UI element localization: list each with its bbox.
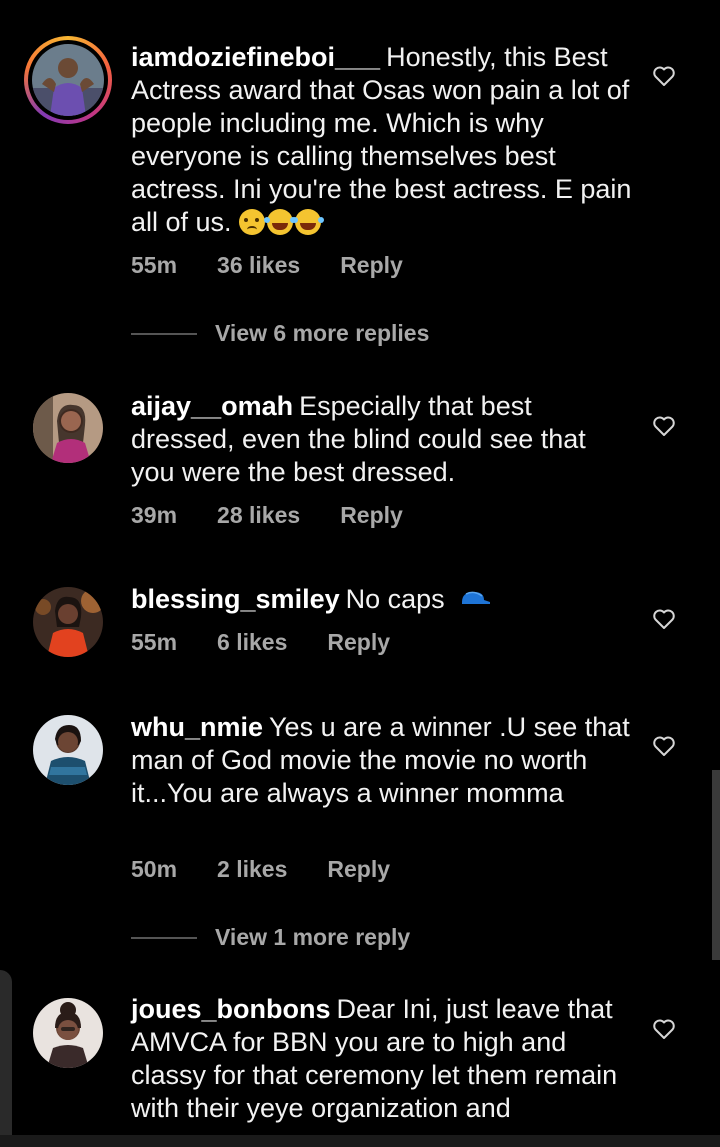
edge-panel-handle[interactable]	[0, 970, 12, 1147]
reply-button[interactable]: Reply	[340, 252, 403, 279]
avatar[interactable]	[33, 998, 103, 1068]
comment-meta: 55m 36 likes Reply	[131, 252, 403, 279]
comment-meta: 39m 28 likes Reply	[131, 502, 403, 529]
heart-outline-icon[interactable]	[652, 735, 676, 757]
avatar[interactable]	[33, 393, 103, 463]
bottom-bar	[0, 1135, 720, 1147]
heart-outline-icon[interactable]	[652, 1018, 676, 1040]
view-more-replies-button[interactable]: View 6 more replies	[131, 320, 429, 347]
comment-username[interactable]: joues_bonbons	[131, 994, 331, 1024]
heart-outline-icon[interactable]	[652, 415, 676, 437]
heart-outline-icon[interactable]	[652, 608, 676, 630]
comment-username[interactable]: iamdoziefineboi___	[131, 42, 380, 72]
comment-likes[interactable]: 2 likes	[217, 856, 287, 883]
billed-cap-icon	[462, 591, 491, 604]
comment-body: joues_bonbons Dear Ini, just leave that A…	[131, 993, 636, 1125]
comment-time: 50m	[131, 856, 178, 882]
comment-body: whu_nmie Yes u are a winner .U see that m…	[131, 711, 636, 810]
view-more-replies-button[interactable]: View 1 more reply	[131, 924, 410, 951]
comment-body: blessing_smiley No caps	[131, 583, 636, 616]
divider-line	[131, 936, 197, 939]
avatar[interactable]	[33, 715, 103, 785]
crying-face-icon	[239, 209, 266, 235]
comment-username[interactable]: whu_nmie	[131, 712, 263, 742]
reply-button[interactable]: Reply	[327, 856, 390, 883]
view-more-label[interactable]: View 1 more reply	[215, 924, 410, 951]
scrollbar[interactable]	[712, 770, 720, 960]
tears-of-joy-icon	[292, 209, 322, 235]
comment-username[interactable]: blessing_smiley	[131, 584, 340, 614]
tears-of-joy-icon	[264, 209, 294, 235]
comment-meta: 55m 6 likes Reply	[131, 629, 390, 656]
reply-button[interactable]: Reply	[327, 629, 390, 656]
view-more-label[interactable]: View 6 more replies	[215, 320, 429, 347]
avatar[interactable]	[24, 36, 112, 124]
comment-likes[interactable]: 6 likes	[217, 629, 287, 656]
comment-text: No caps	[345, 584, 445, 614]
comment-time: 39m	[131, 502, 178, 528]
comment-likes[interactable]: 28 likes	[217, 502, 300, 529]
comment-time: 55m	[131, 629, 178, 655]
heart-outline-icon[interactable]	[652, 65, 676, 87]
reply-button[interactable]: Reply	[340, 502, 403, 529]
comment-body: iamdoziefineboi___ Honestly, this Best Ac…	[131, 41, 636, 239]
comment-likes[interactable]: 36 likes	[217, 252, 300, 279]
comment-username[interactable]: aijay__omah	[131, 391, 293, 421]
divider-line	[131, 332, 197, 335]
comment-meta: 50m 2 likes Reply	[131, 856, 390, 883]
avatar[interactable]	[33, 587, 103, 657]
comment-time: 55m	[131, 252, 178, 278]
comment-body: aijay__omah Especially that best dressed,…	[131, 390, 636, 489]
